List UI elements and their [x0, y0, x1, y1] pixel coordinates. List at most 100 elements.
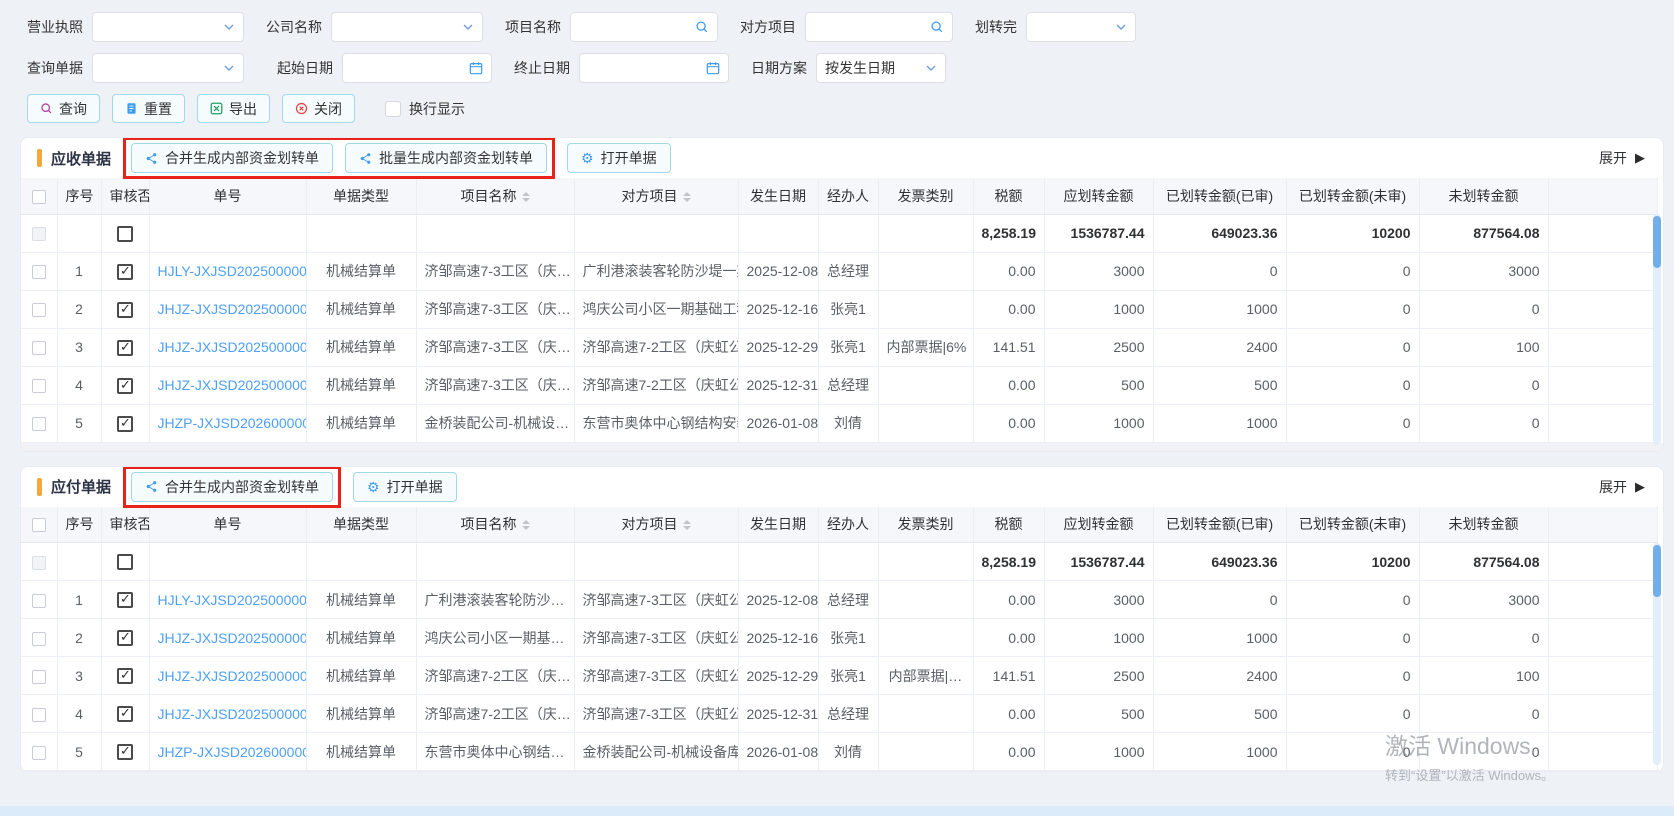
start-date-input[interactable] [342, 53, 492, 83]
row-select-checkbox[interactable] [32, 341, 46, 355]
cell-due: 500 [1044, 366, 1153, 404]
company-name-select[interactable] [331, 12, 483, 42]
sort-icon[interactable] [522, 516, 530, 534]
chevron-down-icon [925, 62, 937, 74]
summary-cell-seq [57, 214, 101, 252]
doc-link[interactable]: HJLY-JXJSD20250000001 [158, 263, 307, 279]
page-horizontal-scrollbar[interactable] [0, 806, 1674, 816]
open-document-button[interactable]: ⚙ 打开单据 [353, 472, 457, 502]
doc-link[interactable]: JHZP-JXJSD20260000001 [158, 415, 307, 431]
end-date-input[interactable] [579, 53, 729, 83]
audit-checkbox[interactable] [117, 416, 133, 432]
reset-button[interactable]: 重置 [112, 94, 185, 123]
row-select-checkbox[interactable] [32, 417, 46, 431]
column-header-type: 单据类型 [306, 178, 416, 214]
sort-icon[interactable] [522, 188, 530, 206]
cell-date: 2025-12-16 [738, 290, 818, 328]
cell-approved: 2400 [1153, 657, 1286, 695]
audit-checkbox[interactable] [117, 378, 133, 394]
column-header-project[interactable]: 项目名称 [416, 507, 574, 543]
date-scheme-select[interactable]: 按发生日期 [816, 53, 946, 83]
cell-invoice [878, 366, 973, 404]
merge-generate-transfer-button[interactable]: 合并生成内部资金划转单 [131, 143, 333, 173]
row-select-checkbox[interactable] [32, 670, 46, 684]
table-row: 3JHJZ-JXJSD20250000004机械结算单济邹高速7-3工区（庆…济… [21, 328, 1657, 366]
sort-icon[interactable] [683, 188, 691, 206]
table-row: 2JHJZ-JXJSD20250000003机械结算单济邹高速7-3工区（庆…鸿… [21, 290, 1657, 328]
audit-checkbox[interactable] [117, 592, 133, 608]
audit-checkbox[interactable] [117, 340, 133, 356]
column-header-counterpart[interactable]: 对方项目 [574, 178, 738, 214]
cell-docno: JHJZ-JXJSD20250000003 [149, 290, 306, 328]
payable-table: 序号审核否单号单据类型项目名称对方项目发生日期经办人发票类别税额应划转金额已划转… [21, 507, 1658, 772]
doc-link[interactable]: JHZP-JXJSD20260000001 [158, 744, 307, 760]
summary-cell-untransferred: 877564.08 [1419, 214, 1548, 252]
column-header-pending: 已划转金额(未审) [1286, 178, 1419, 214]
cell-due: 1000 [1044, 733, 1153, 771]
search-icon[interactable] [695, 20, 709, 34]
column-header-project[interactable]: 项目名称 [416, 178, 574, 214]
select-all-checkbox[interactable] [32, 190, 46, 204]
doc-link[interactable]: HJLY-JXJSD20250000001 [158, 592, 307, 608]
row-select-checkbox[interactable] [32, 379, 46, 393]
row-select-checkbox[interactable] [32, 303, 46, 317]
close-button[interactable]: 关闭 [282, 94, 355, 123]
column-header-untransferred: 未划转金额 [1419, 507, 1548, 543]
expand-toggle[interactable]: 展开 ▶ [1599, 477, 1645, 497]
cell-date: 2025-12-29 [738, 657, 818, 695]
sort-icon[interactable] [683, 516, 691, 534]
audit-checkbox[interactable] [117, 554, 133, 570]
vertical-scrollbar[interactable] [1653, 543, 1661, 766]
row-select-checkbox[interactable] [32, 746, 46, 760]
audit-checkbox[interactable] [117, 226, 133, 242]
section-accent-bar [37, 149, 42, 167]
row-select-checkbox[interactable] [32, 594, 46, 608]
cell-invoice [878, 252, 973, 290]
business-license-select[interactable] [92, 12, 244, 42]
audit-checkbox[interactable] [117, 744, 133, 760]
cell-approved: 1000 [1153, 290, 1286, 328]
audit-checkbox[interactable] [117, 264, 133, 280]
doc-link[interactable]: JHJZ-JXJSD20250000003 [158, 301, 307, 317]
query-doc-select[interactable] [92, 53, 244, 83]
cell-tax: 0.00 [973, 733, 1044, 771]
row-select-checkbox[interactable] [32, 708, 46, 722]
calendar-icon[interactable] [469, 61, 483, 75]
cell-date: 2025-12-08 [738, 252, 818, 290]
expand-toggle[interactable]: 展开 ▶ [1599, 148, 1645, 168]
cell-untransferred: 0 [1419, 733, 1548, 771]
open-document-button[interactable]: ⚙ 打开单据 [567, 143, 671, 173]
row-select-checkbox[interactable] [32, 632, 46, 646]
cell-date: 2025-12-16 [738, 619, 818, 657]
column-header-counterpart[interactable]: 对方项目 [574, 507, 738, 543]
column-header-due: 应划转金额 [1044, 507, 1153, 543]
doc-link[interactable]: JHJZ-JXJSD20250000003 [158, 630, 307, 646]
export-button[interactable]: 导出 [197, 94, 270, 123]
counterpart-project-input[interactable] [805, 12, 953, 42]
row-select-checkbox[interactable] [32, 265, 46, 279]
doc-link[interactable]: JHJZ-JXJSD20250000005 [158, 377, 307, 393]
doc-link[interactable]: JHJZ-JXJSD20250000005 [158, 706, 307, 722]
project-name-input[interactable] [570, 12, 718, 42]
horizontal-scrollbar[interactable] [21, 443, 1663, 451]
doc-link[interactable]: JHJZ-JXJSD20250000004 [158, 668, 307, 684]
doc-link[interactable]: JHJZ-JXJSD20250000004 [158, 339, 307, 355]
query-button[interactable]: 查询 [27, 94, 100, 123]
select-all-checkbox[interactable] [32, 518, 46, 532]
vertical-scrollbar[interactable] [1653, 214, 1661, 445]
audit-checkbox[interactable] [117, 706, 133, 722]
search-icon[interactable] [930, 20, 944, 34]
audit-checkbox[interactable] [117, 668, 133, 684]
audit-checkbox[interactable] [117, 302, 133, 318]
close-circle-icon [295, 102, 308, 115]
scrollbar-thumb[interactable] [1653, 216, 1661, 268]
triangle-right-icon: ▶ [1635, 150, 1645, 166]
batch-generate-transfer-button[interactable]: 批量生成内部资金划转单 [345, 143, 547, 173]
audit-checkbox[interactable] [117, 630, 133, 646]
cell-due: 500 [1044, 695, 1153, 733]
scrollbar-thumb[interactable] [1653, 545, 1661, 597]
merge-generate-transfer-button[interactable]: 合并生成内部资金划转单 [131, 472, 333, 502]
calendar-icon[interactable] [706, 61, 720, 75]
transfer-done-select[interactable] [1026, 12, 1136, 42]
wrap-display-checkbox[interactable] [385, 101, 401, 117]
